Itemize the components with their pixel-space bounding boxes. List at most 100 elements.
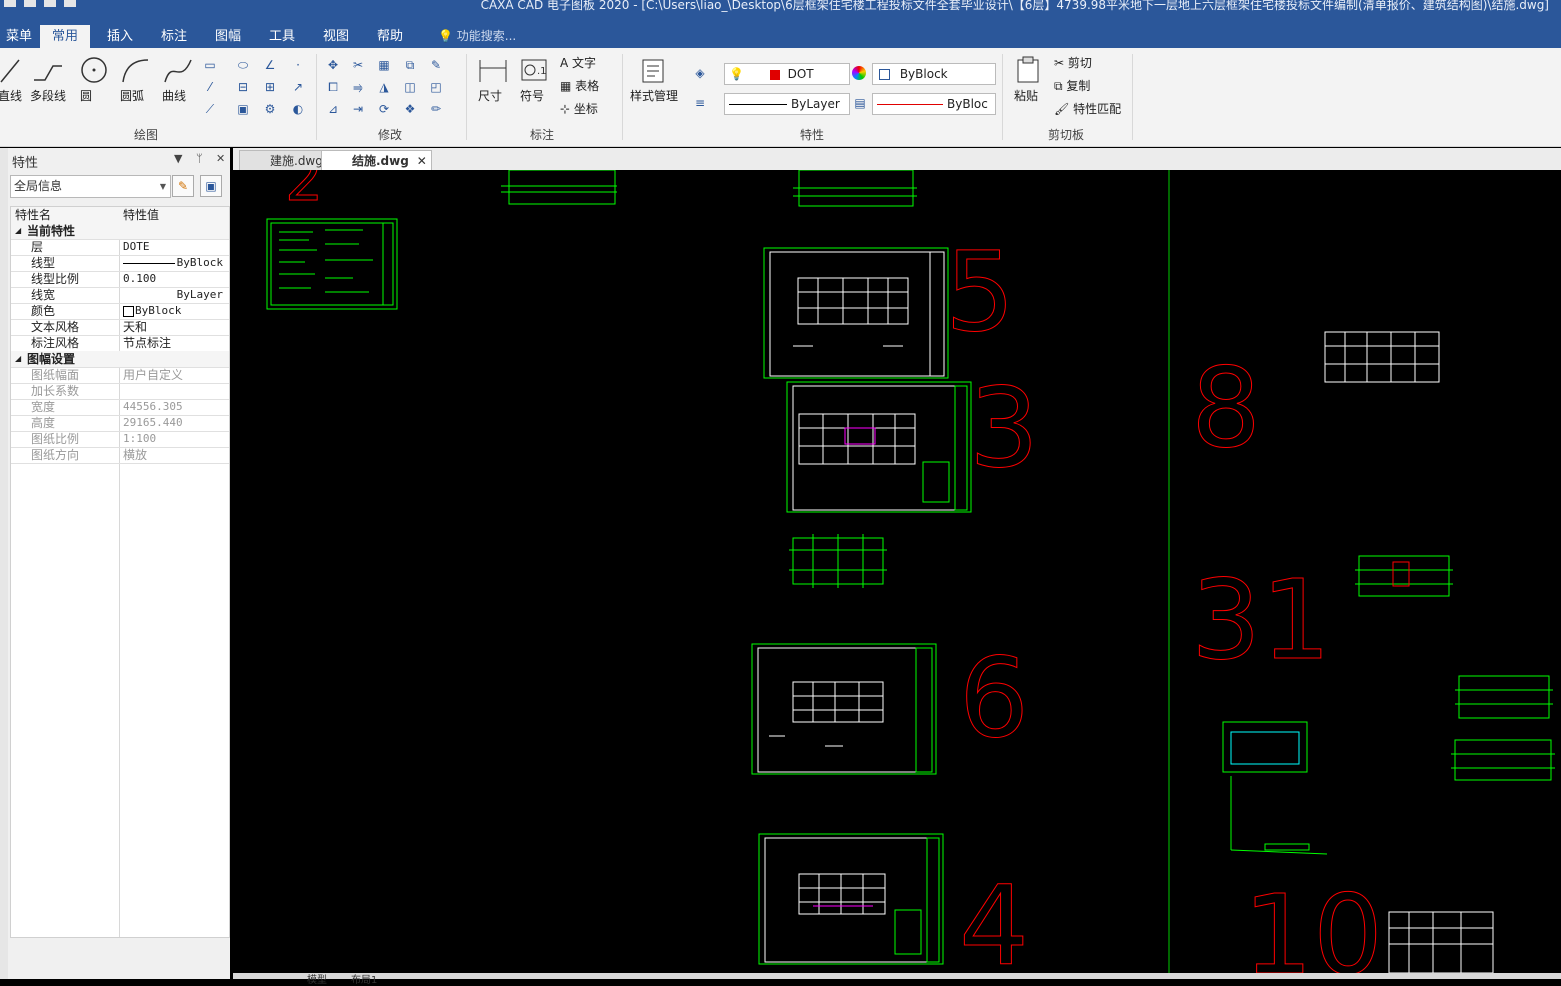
tab-help[interactable]: 帮助 (365, 25, 415, 48)
linetype-dropdown[interactable]: ByLayer (724, 93, 850, 115)
circle-tool-button[interactable]: 圆 (80, 56, 108, 104)
drawing-svg[interactable]: 2 5 3 8 31 6 4 10 (233, 170, 1561, 973)
property-row[interactable]: 标注风格 节点标注 (11, 335, 229, 352)
match-properties-button[interactable]: 🖌 特性匹配 (1054, 100, 1121, 117)
drawing-sheet[interactable] (763, 247, 949, 379)
property-row[interactable]: 线宽 ByLayer (11, 287, 229, 304)
scale-icon[interactable]: ⊿ (325, 102, 341, 116)
angle-icon[interactable]: ∠ (262, 58, 278, 72)
array-icon[interactable]: ▦ (376, 58, 392, 72)
property-row[interactable]: 颜色 ByBlock (11, 303, 229, 320)
style-manager-button[interactable]: 样式管理 (630, 56, 678, 104)
tab-dimension[interactable]: 标注 (149, 25, 199, 48)
print-icon[interactable] (64, 0, 76, 7)
line-style-icon[interactable]: ▤ (852, 96, 868, 110)
property-row[interactable]: 线型比例 0.100 (11, 271, 229, 288)
multiline-icon[interactable]: ⊞ (262, 80, 278, 94)
curve-tool-button[interactable]: 曲线 (162, 56, 194, 104)
object-selector[interactable]: 全局信息 ▼ (10, 175, 171, 198)
drawing-fragment[interactable] (1451, 675, 1555, 781)
open-icon[interactable] (24, 0, 36, 7)
section-current[interactable]: ◢ 当前特性 (11, 223, 229, 240)
section-sheet[interactable]: ◢ 图幅设置 (11, 351, 229, 368)
block-icon[interactable]: ▣ (235, 102, 251, 116)
tab-sheet[interactable]: 图幅 (203, 25, 253, 48)
rectangle-icon[interactable]: ▭ (202, 58, 218, 72)
drawing-fragment[interactable] (501, 170, 917, 207)
polyline-tool-label: 多段线 (30, 89, 67, 103)
new-icon[interactable] (4, 0, 16, 7)
line-tool-button[interactable]: 直线 (0, 56, 22, 104)
quick-select-button[interactable]: ✎ (172, 175, 194, 197)
mirror-icon[interactable]: ◮ (376, 80, 392, 94)
offset-icon[interactable]: ⥤ (350, 80, 366, 94)
lineweight-dropdown[interactable]: ByBloc (872, 93, 996, 115)
layer-dropdown[interactable]: 💡 DOT (724, 63, 850, 85)
drawing-sheet[interactable] (786, 381, 972, 513)
save-icon[interactable] (44, 0, 56, 7)
tab-home[interactable]: 常用 (40, 25, 91, 48)
arrow-icon[interactable]: ↗ (290, 80, 306, 94)
layer-manager-icon[interactable]: ◈ (692, 66, 708, 80)
function-search[interactable]: 💡 功能搜索... (438, 25, 516, 48)
close-icon[interactable]: ✕ (216, 152, 225, 165)
lineweight-icon[interactable]: ≡ (692, 96, 708, 110)
symbol-tool-button[interactable]: .1 符号 (520, 56, 548, 104)
eraser-icon[interactable]: ✎ (428, 58, 444, 72)
copy-icon: ⧉ (1054, 79, 1063, 93)
fillet-icon[interactable]: ◰ (428, 80, 444, 94)
drawing-sheet[interactable] (751, 643, 937, 775)
drawing-fragment[interactable] (789, 534, 887, 588)
property-row[interactable]: 文本风格 天和 (11, 319, 229, 336)
property-row[interactable]: 线型 ByBlock (11, 255, 229, 272)
drawing-fragment[interactable] (1355, 555, 1453, 597)
property-name: 颜色 (31, 304, 56, 318)
color-dropdown[interactable]: ByBlock (872, 63, 996, 85)
polyline-tool-button[interactable]: 多段线 (30, 56, 66, 104)
cut-button[interactable]: ✂ 剪切 (1054, 54, 1092, 71)
extend-icon[interactable]: ⇥ (350, 102, 366, 116)
text-tool-button[interactable]: A 文字 (560, 54, 596, 71)
edit-icon[interactable]: ✏ (428, 102, 444, 116)
coordinate-tool-button[interactable]: ⊹ 坐标 (560, 100, 598, 117)
rotate-icon[interactable]: ⟳ (376, 102, 392, 116)
drawing-fragment[interactable] (1388, 911, 1494, 973)
pin-icon[interactable]: ᛘ (196, 152, 203, 165)
dimension-tool-button[interactable]: 尺寸 (478, 56, 508, 104)
drawing-sheet[interactable] (266, 218, 398, 310)
quick-access-toolbar[interactable] (4, 0, 84, 10)
copy-button[interactable]: ⧉ 复制 (1054, 77, 1090, 94)
point-icon[interactable]: · (290, 58, 306, 72)
sheet-number-label: 2 (285, 170, 323, 215)
hatch-icon[interactable]: ◐ (290, 102, 306, 116)
tab-insert[interactable]: 插入 (95, 25, 145, 48)
drawing-canvas[interactable]: 2 5 3 8 31 6 4 10 (233, 170, 1561, 973)
color-wheel-icon[interactable] (852, 66, 866, 80)
tab-jieshi[interactable]: 结施.dwg ✕ (321, 150, 432, 171)
linetype-preview (123, 263, 175, 264)
paste-button[interactable]: 粘贴 (1014, 56, 1042, 104)
arc-tool-button[interactable]: 圆弧 (120, 56, 150, 104)
drawing-sheet[interactable] (758, 833, 944, 965)
hatch-line-icon[interactable]: ⁄ (202, 80, 218, 94)
tab-menu[interactable]: 菜单 (0, 25, 44, 48)
construction-line-icon[interactable]: ⟋ (202, 102, 218, 116)
trim-icon[interactable]: ✂ (350, 58, 366, 72)
select-objects-button[interactable]: ▣ (200, 175, 222, 197)
panel-menu-icon[interactable]: ▼ (174, 152, 182, 165)
move-icon[interactable]: ✥ (325, 58, 341, 72)
tab-tools[interactable]: 工具 (257, 25, 307, 48)
table-tool-button[interactable]: ▦ 表格 (560, 77, 599, 94)
tab-view[interactable]: 视图 (311, 25, 361, 48)
stretch-icon[interactable]: ⧉ (402, 58, 418, 72)
drawing-fragment[interactable] (1324, 331, 1440, 383)
center-line-icon[interactable]: ⊟ (235, 80, 251, 94)
property-row[interactable]: 层 DOTE (11, 239, 229, 256)
explode-icon[interactable]: ❖ (402, 102, 418, 116)
gear-icon[interactable]: ⚙ (262, 102, 278, 116)
break-icon[interactable]: ◫ (402, 80, 418, 94)
copy-object-icon[interactable]: ⧠ (325, 80, 341, 94)
ellipse-icon[interactable]: ⬭ (235, 58, 251, 72)
drawing-fragment[interactable] (1222, 721, 1328, 855)
close-icon[interactable]: ✕ (417, 151, 427, 171)
